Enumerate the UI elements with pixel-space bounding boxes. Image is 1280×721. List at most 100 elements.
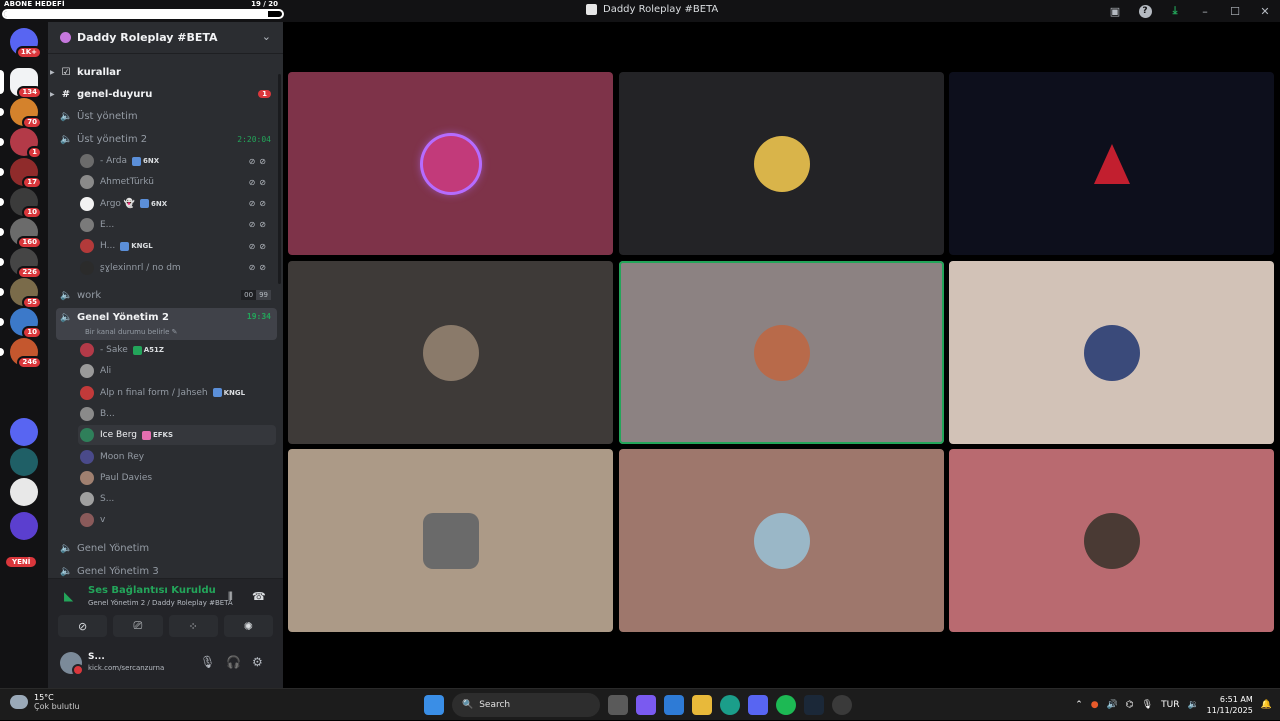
server-icon[interactable]: 160 [10,218,42,249]
weather-widget[interactable]: 15°C Çok bulutlu [10,693,80,711]
video-tile[interactable] [619,261,944,444]
server-icon[interactable] [10,478,38,506]
server-icon[interactable]: 246 [10,338,42,369]
spotify-icon[interactable] [776,695,796,715]
voice-channel-work[interactable]: 🔈 work 00 99 [56,285,277,305]
microphone-icon[interactable]: 🎙 [200,655,215,669]
chevron-up-icon[interactable]: ⌃ [1075,700,1083,710]
server-icon[interactable] [10,448,38,476]
store-icon[interactable] [664,695,684,715]
server-icon[interactable]: 10 [10,188,42,219]
server-icon[interactable]: 1 [10,128,42,159]
soundboard-button[interactable]: ✺ [223,615,273,637]
video-tile[interactable] [949,449,1274,632]
voice-member[interactable]: - Sake A51Z [78,340,276,360]
gear-icon[interactable]: ⚙ [252,655,263,669]
voice-channel-ust-yonetim[interactable]: 🔈 Üst yönetim [56,106,277,126]
server-icon[interactable] [10,512,38,540]
minimize-button[interactable]: – [1190,0,1220,22]
avatar [80,406,94,421]
voice-member[interactable]: Alp n final form / Jahseh KNGL [78,383,276,403]
voice-member[interactable]: B... [78,404,276,424]
video-tile[interactable] [288,261,613,444]
voice-location[interactable]: Genel Yönetim 2 / Daddy Roleplay #BETA [88,599,233,607]
voice-member[interactable]: Paul Davies [78,468,276,488]
headphones-icon[interactable]: 🎧 [226,655,241,669]
server-icon[interactable]: 134 [10,68,42,99]
speaker-tray-icon[interactable]: 🔊 [1107,700,1118,710]
video-tile[interactable] [619,72,944,255]
language-indicator[interactable]: TUR [1161,700,1179,710]
voice-member[interactable]: ʂɣlexinnrl / no dm ⊘⊘ [78,258,276,278]
voice-member[interactable]: AhmetTürkü ⊘⊘ [78,172,276,192]
copilot-icon[interactable] [636,695,656,715]
server-icon[interactable]: 17 [10,158,42,189]
voice-status[interactable]: Ses Bağlantısı Kuruldu [88,585,216,596]
video-tile[interactable] [949,261,1274,444]
weather-condition: Çok bulutlu [34,702,80,711]
voice-member[interactable]: v [78,510,276,530]
steam-icon[interactable] [804,695,824,715]
member-name: AhmetTürkü [100,177,154,188]
mention-badge: 10 [22,206,42,219]
network-icon[interactable]: ⌬ [1126,700,1134,710]
video-tile[interactable] [288,449,613,632]
voice-member[interactable]: Ice Berg EFKS [78,425,276,446]
voice-member[interactable]: Ali [78,361,276,381]
channel-status[interactable]: Bir kanal durumu belirle ✎ [85,328,178,336]
server-icon[interactable]: 10 [10,308,42,339]
video-tile[interactable] [288,72,613,255]
avatar [80,175,94,190]
voice-channel-ust-yonetim-2[interactable]: 🔈 Üst yönetim 2 2:20:04 [56,129,277,149]
volume-icon[interactable]: 🔉 [1187,700,1198,710]
voice-member[interactable]: S... [78,489,276,509]
voice-member[interactable]: Argo 👻 6NX ⊘⊘ [78,194,276,214]
rules-icon: ☑ [61,66,71,78]
screen-share-button[interactable]: ⎚ [113,615,163,637]
disconnect-icon[interactable]: ☎ [252,590,266,603]
discord-icon[interactable] [748,695,768,715]
inbox-icon[interactable]: ▣ [1100,0,1130,22]
search-placeholder: Search [479,700,511,710]
new-badge[interactable]: YENİ [6,557,37,567]
voice-member[interactable]: Moon Rey [78,447,276,467]
search-input[interactable]: 🔍 Search [452,693,600,717]
server-icon[interactable]: 226 [10,248,42,279]
edge-icon[interactable] [720,695,740,715]
mic-tray-icon[interactable]: 🎙 [1142,700,1153,710]
guild-header[interactable]: Daddy Roleplay #BETA ⌄ [48,22,283,54]
video-tile[interactable] [619,449,944,632]
voice-member[interactable]: - Arda 6NX ⊘⊘ [78,151,276,171]
server-icon[interactable]: 55 [10,278,42,309]
avatar[interactable] [60,652,84,676]
windows-start-icon[interactable] [424,695,444,715]
chevron-down-icon[interactable]: ⌄ [262,30,271,43]
video-tile[interactable] [949,72,1274,255]
signal-icon[interactable]: ◣ [64,589,73,603]
voice-member[interactable]: H... KNGL ⊘⊘ [78,236,276,256]
noise-suppression-icon[interactable]: ⦀ [228,590,233,604]
channel-kurallar[interactable]: ▶ ☑ kurallar [50,62,277,82]
voice-channel-genel-yonetim-2[interactable]: 🔈 Genel Yönetim 2 19:34 Bir kanal durumu… [56,308,277,340]
app-icon[interactable] [832,695,852,715]
voice-member[interactable]: E... ⊘⊘ [78,215,276,235]
server-icon[interactable] [10,418,38,446]
maximize-button[interactable]: ☐ [1220,0,1250,22]
voice-channel-genel-yonetim[interactable]: 🔈 Genel Yönetim [56,538,277,558]
help-icon[interactable]: ? [1130,0,1160,22]
discord-window: ABONE HEDEFİ 19 / 20 Daddy Roleplay #BET… [0,0,1280,720]
file-explorer-icon[interactable] [692,695,712,715]
clock[interactable]: 6:51 AM 11/11/2025 [1207,694,1253,716]
tray-app-icon[interactable]: ● [1091,700,1099,710]
download-icon[interactable]: ⤓ [1160,0,1190,22]
task-view-icon[interactable] [608,695,628,715]
close-button[interactable]: ✕ [1250,0,1280,22]
user-name[interactable]: S... [88,652,105,662]
activities-button[interactable]: ⁘ [168,615,218,637]
camera-off-button[interactable]: ⊘ [58,615,108,637]
server-icon[interactable]: 70 [10,98,42,129]
channel-genel-duyuru[interactable]: ▶ # genel-duyuru 1 [50,84,277,104]
scrollbar[interactable] [278,74,281,284]
server-icon[interactable]: 1K+ [10,28,42,59]
notification-icon[interactable]: 🔔 [1261,700,1272,710]
